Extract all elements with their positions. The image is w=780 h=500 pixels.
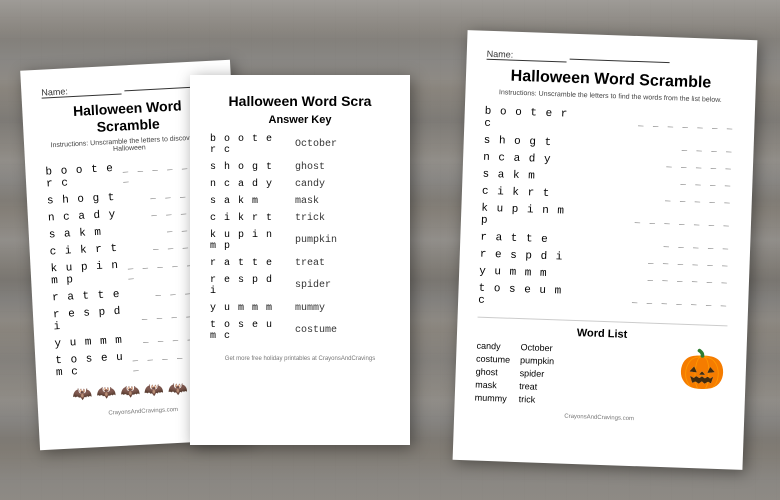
list-item: October	[520, 342, 554, 353]
footer-right: CrayonsAndCravings.com	[474, 411, 724, 426]
list-item: treat	[519, 381, 553, 392]
answer-key-list: b o o t e r c October s h o g t ghost n …	[210, 134, 390, 342]
word-list-col2: October pumpkin spider treat trick	[519, 342, 555, 405]
name-underline-right	[569, 59, 669, 63]
list-item: pumpkin	[520, 355, 554, 366]
list-item: trick	[519, 394, 553, 405]
word-list-col1: candy costume ghost mask mummy	[475, 341, 511, 404]
table-row: r e s p d i spider	[210, 275, 390, 297]
word-list-right: b o o t e r c _ _ _ _ _ _ _ s h o g t _ …	[478, 106, 735, 316]
bat-icon-5: 🦇	[167, 378, 188, 399]
list-item: mummy	[475, 393, 509, 404]
name-label-left: Name:	[41, 83, 121, 98]
name-line-right: Name:	[487, 49, 737, 69]
bat-icon-1: 🦇	[72, 383, 93, 404]
table-row: r a t t e treat	[210, 258, 390, 269]
table-row: s a k m mask	[210, 196, 390, 207]
table-row: t o s e u m c costume	[210, 320, 390, 342]
table-row: t o s e u m c _ _ _ _ _ _ _	[478, 283, 729, 316]
footer-middle: Get more free holiday printables at Cray…	[210, 356, 390, 362]
table-row: b o o t e r c October	[210, 134, 390, 156]
word-list-grid-right: candy costume ghost mask mummy October p…	[475, 341, 555, 406]
word-list-section-right: Word List candy costume ghost mask mummy…	[475, 317, 728, 412]
name-line-left: Name:	[41, 79, 211, 99]
bat-icon-2: 🦇	[96, 382, 117, 403]
table-row: s h o g t ghost	[210, 162, 390, 173]
name-label-right: Name:	[487, 49, 567, 63]
worksheet-middle: Halloween Word Scra Answer Key b o o t e…	[190, 75, 410, 445]
main-scene: Name: Halloween Word Scramble Instructio…	[10, 15, 770, 485]
list-item: mask	[475, 380, 509, 391]
title-middle: Halloween Word Scra	[210, 93, 390, 110]
bat-icon-4: 🦇	[144, 379, 165, 400]
list-item: spider	[519, 368, 553, 379]
table-row: n c a d y candy	[210, 179, 390, 190]
worksheet-right: Name: Halloween Word Scramble Instructio…	[453, 30, 758, 470]
bat-icon-3: 🦇	[120, 381, 141, 402]
title-left: Halloween Word Scramble	[42, 96, 214, 138]
table-row: b o o t e r c _ _ _ _ _ _ _	[484, 106, 735, 139]
list-item: costume	[476, 354, 510, 365]
table-row: c i k r t trick	[210, 213, 390, 224]
list-item: candy	[476, 341, 510, 352]
table-row: k u p i n m p pumpkin	[210, 230, 390, 252]
table-row: y u m m m mummy	[210, 303, 390, 314]
table-row: k u p i n m p _ _ _ _ _ _ _	[481, 203, 732, 236]
pumpkin-icon: 🎃	[678, 348, 727, 394]
list-item: ghost	[475, 367, 509, 378]
answer-key-label: Answer Key	[210, 114, 390, 126]
